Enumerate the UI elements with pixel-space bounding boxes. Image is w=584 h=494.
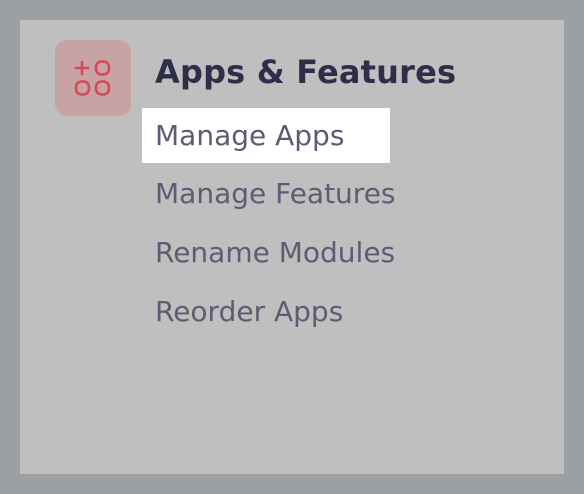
menu-item-rename-modules[interactable]: Rename Modules	[155, 236, 395, 269]
menu-item-reorder-apps[interactable]: Reorder Apps	[155, 295, 343, 328]
section-title: Apps & Features	[155, 53, 457, 91]
apps-features-panel: Apps & Features Manage Apps Manage Featu…	[20, 20, 564, 474]
menu-item-manage-apps[interactable]: Manage Apps	[142, 108, 390, 163]
menu-item-manage-features[interactable]: Manage Features	[155, 177, 396, 210]
apps-features-icon	[55, 40, 131, 116]
